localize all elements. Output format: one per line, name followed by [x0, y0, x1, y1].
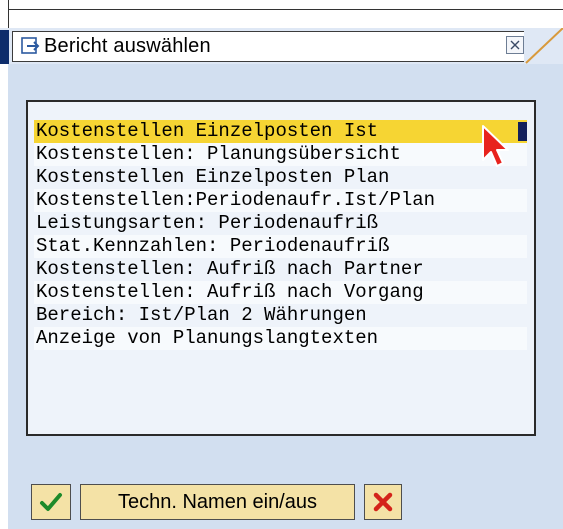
cancel-icon [373, 492, 393, 512]
list-item[interactable]: Kostenstellen Einzelposten Plan [34, 166, 527, 189]
background-window [8, 0, 563, 28]
dialog-title: Bericht auswählen [44, 35, 211, 57]
list-item[interactable]: Stat.Kennzahlen: Periodenaufriß [34, 235, 527, 258]
list-item-label: Kostenstellen: Aufriß nach Vorgang [36, 281, 424, 303]
mouse-pointer-icon [482, 125, 509, 167]
cancel-button[interactable] [364, 484, 402, 520]
text-cursor [518, 122, 527, 141]
list-item[interactable]: Bereich: Ist/Plan 2 Währungen [34, 304, 527, 327]
techn-names-toggle-button[interactable]: Techn. Namen ein/aus [80, 484, 355, 520]
confirm-button[interactable] [31, 484, 71, 520]
titlebar-accent [0, 30, 9, 64]
techn-names-label: Techn. Namen ein/aus [117, 490, 317, 513]
dialog-left-edge [0, 64, 8, 529]
close-icon[interactable] [506, 36, 524, 54]
list-item[interactable]: Kostenstellen: Planungsübersicht [34, 143, 527, 166]
list-item-label: Kostenstellen Einzelposten Plan [36, 166, 390, 188]
list-item[interactable]: Kostenstellen: Aufriß nach Vorgang [34, 281, 527, 304]
list-item-label: Kostenstellen Einzelposten Ist [36, 120, 379, 142]
report-list: Kostenstellen Einzelposten Ist Kostenste… [26, 100, 536, 436]
background-window-edge [8, 9, 563, 10]
list-item-label: Leistungsarten: Periodenaufriß [36, 212, 379, 234]
list-item[interactable]: Anzeige von Planungslangtexten [34, 327, 527, 350]
list-item-selected[interactable]: Kostenstellen Einzelposten Ist [34, 120, 527, 143]
list-item-label: Stat.Kennzahlen: Periodenaufriß [36, 235, 390, 257]
titlebar-corner [525, 28, 563, 64]
list-item[interactable]: Leistungsarten: Periodenaufriß [34, 212, 527, 235]
list-item[interactable]: Kostenstellen:Periodenaufr.Ist/Plan [34, 189, 527, 212]
list-item-label: Anzeige von Planungslangtexten [36, 327, 379, 349]
list-item-label: Kostenstellen:Periodenaufr.Ist/Plan [36, 189, 436, 211]
list-item-label: Kostenstellen: Aufriß nach Partner [36, 258, 424, 280]
list-item[interactable]: Kostenstellen: Aufriß nach Partner [34, 258, 527, 281]
list-item-label: Kostenstellen: Planungsübersicht [36, 143, 401, 165]
checkmark-icon [40, 493, 62, 511]
report-select-icon [21, 37, 41, 55]
list-item-label: Bereich: Ist/Plan 2 Währungen [36, 304, 367, 326]
